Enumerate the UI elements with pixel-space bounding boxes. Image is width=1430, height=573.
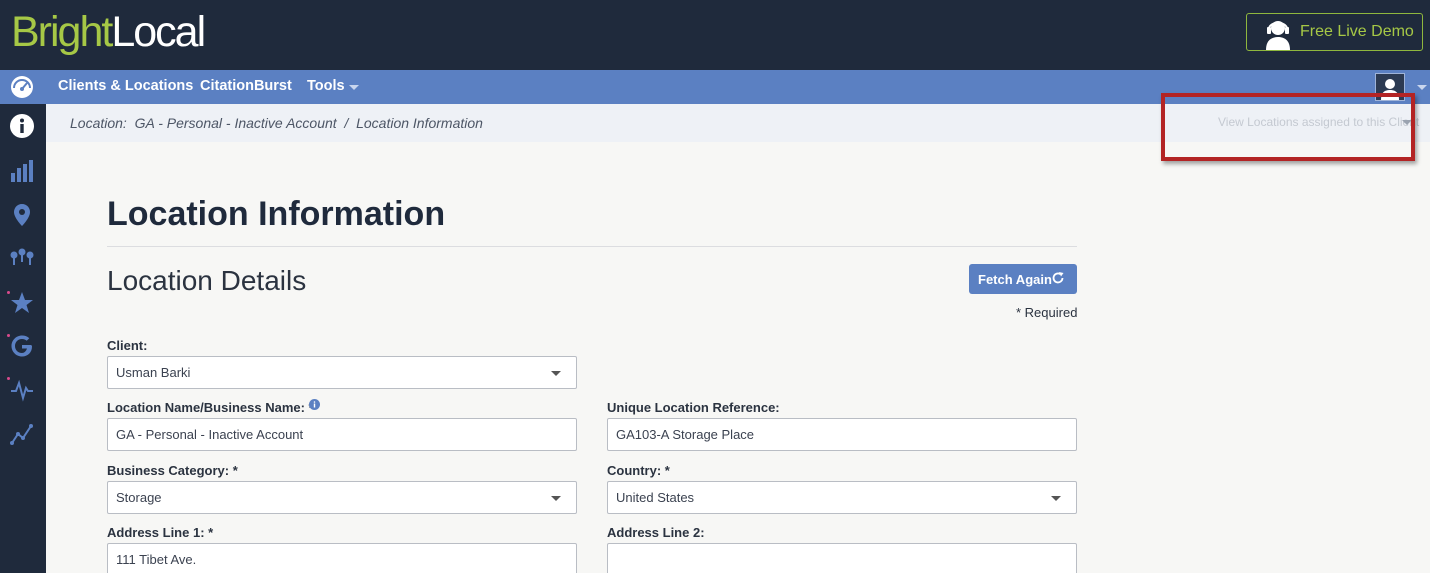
section-title: Location Details [107,265,307,296]
star-icon[interactable] [9,290,35,316]
address2-input[interactable] [607,543,1077,573]
breadcrumb: Location: GA - Personal - Inactive Accou… [70,115,483,131]
refresh-icon [1052,272,1064,284]
client-select[interactable]: Usman Barki [107,356,577,389]
unique-ref-input[interactable]: GA103-A Storage Place [607,418,1077,451]
fetch-again-label: Fetch Again [978,272,1052,287]
trend-line-icon[interactable] [9,421,35,447]
title-divider [107,246,1077,247]
free-live-demo-label: Free Live Demo [1300,23,1414,40]
top-header: BrightLocal Free Live Demo [0,0,1430,70]
bar-chart-icon[interactable] [9,158,35,184]
brightlocal-logo[interactable]: BrightLocal [11,4,206,60]
address2-label: Address Line 2: [607,525,705,540]
client-caret-icon [551,371,561,376]
location-name-input[interactable]: GA - Personal - Inactive Account [107,418,577,451]
headset-user-icon [1266,21,1290,50]
nav-clients-locations[interactable]: Clients & Locations [58,78,193,94]
nav-citationburst[interactable]: CitationBurst [200,78,292,94]
map-pin-icon[interactable] [9,202,35,228]
left-sidebar [0,104,46,573]
tools-caret-icon[interactable] [349,85,359,90]
unique-ref-label: Unique Location Reference: [607,400,780,415]
nav-tools[interactable]: Tools [307,78,345,94]
google-icon[interactable] [9,333,35,359]
business-category-caret-icon [551,496,561,501]
country-caret-icon [1051,496,1061,501]
fetch-again-button[interactable]: Fetch Again [969,264,1077,294]
address1-input[interactable]: 111 Tibet Ave. [107,543,577,573]
business-category-select[interactable]: Storage [107,481,577,514]
highlight-annotation-box [1161,93,1415,161]
user-menu-caret-icon[interactable] [1417,85,1427,90]
location-name-label: Location Name/Business Name: * [107,400,314,415]
address1-label: Address Line 1: * [107,525,214,540]
free-live-demo-button[interactable]: Free Live Demo [1246,13,1423,51]
client-label: Client: [107,338,148,353]
country-select[interactable]: United States [607,481,1077,514]
required-note: * Required [1016,305,1078,320]
pulse-icon[interactable] [9,377,35,403]
pin-network-icon[interactable] [9,246,35,272]
business-category-label: Business Category: * [107,463,238,478]
country-label: Country: * [607,463,670,478]
page-title: Location Information [107,195,446,233]
info-icon[interactable] [9,113,35,139]
dashboard-gauge-icon[interactable] [10,75,34,99]
info-tooltip-icon[interactable] [309,399,320,410]
